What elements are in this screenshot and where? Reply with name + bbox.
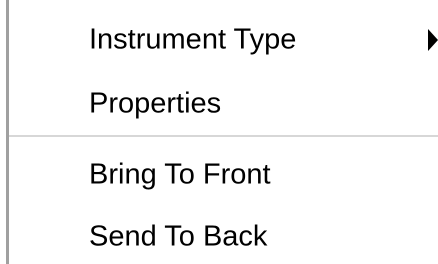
menu-item-label: Properties <box>89 87 222 120</box>
menu-item-instrument-type[interactable]: Instrument Type <box>9 9 438 71</box>
menu-item-label: Send To Back <box>89 220 268 253</box>
menu-item-bring-to-front[interactable]: Bring To Front <box>9 144 438 206</box>
menu-item-properties[interactable]: Properties <box>9 73 438 135</box>
menu-separator <box>9 135 438 137</box>
menu-item-label: Bring To Front <box>89 158 271 191</box>
context-menu: Instrument Type Properties Bring To Fron… <box>0 0 438 264</box>
menu-item-label: Instrument Type <box>89 23 297 56</box>
menu-item-send-to-back[interactable]: Send To Back <box>9 206 438 264</box>
chevron-right-icon <box>428 29 438 51</box>
